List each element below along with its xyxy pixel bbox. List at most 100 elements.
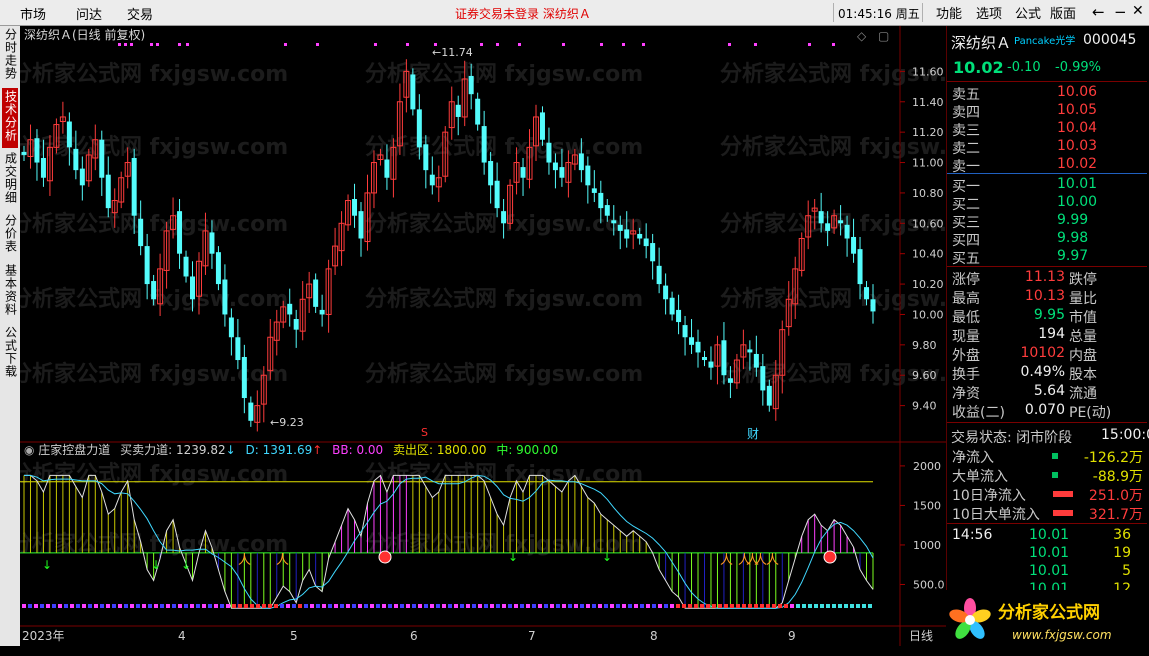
clock: 01:45:16 周五 xyxy=(838,7,920,21)
band-dot xyxy=(610,604,614,608)
band-dot xyxy=(208,604,212,608)
band-dot xyxy=(754,604,758,608)
band-dot xyxy=(538,604,542,608)
bid-label: 买二 xyxy=(952,197,980,213)
signal-dot xyxy=(284,43,287,46)
tab-formula-download[interactable]: 公式下载 xyxy=(2,324,18,384)
flow-row: 10日净流入 251.0万 xyxy=(947,485,1147,504)
stat-label-2: 流通 xyxy=(1069,386,1097,402)
menu-function[interactable]: 功能 xyxy=(936,3,962,22)
candle-body xyxy=(138,218,144,247)
high-label: ←11.74 xyxy=(432,46,473,59)
tab-trades[interactable]: 成交明细 xyxy=(2,150,18,210)
bid-row: 买三 9.99 xyxy=(947,212,1147,231)
candle-body xyxy=(520,167,526,178)
candle-body xyxy=(676,309,682,323)
band-dot xyxy=(460,604,464,608)
band-dot xyxy=(382,604,386,608)
band-dot xyxy=(124,604,128,608)
candle-body xyxy=(825,223,831,231)
band-dot xyxy=(334,604,338,608)
signal-dot xyxy=(124,43,127,46)
band-dot xyxy=(274,604,278,608)
bid-row: 买二 10.00 xyxy=(947,194,1147,213)
chart-area[interactable]: 分析家公式网 fxjgsw.com 分析家公式网 fxjgsw.com 分析家公式网… xyxy=(10,26,998,646)
close-icon[interactable]: ✕ xyxy=(1132,3,1144,19)
candle-body xyxy=(695,341,701,353)
stat-label: 净资 xyxy=(952,386,980,402)
candle-body xyxy=(747,349,753,353)
candle-body xyxy=(669,297,675,315)
signal-dot xyxy=(118,43,121,46)
candle-body xyxy=(313,279,319,307)
band-dot xyxy=(376,604,380,608)
flow-row: 大单流入 -88.9万 xyxy=(947,466,1147,485)
menu-trade[interactable]: 交易 xyxy=(127,4,153,23)
tick-row: 10.01 5 xyxy=(947,563,1147,582)
finance-marker: 财 xyxy=(747,427,759,441)
bid-price: 9.97 xyxy=(1057,248,1089,264)
band-dot xyxy=(370,604,374,608)
tab-price-table[interactable]: 分价表 xyxy=(2,212,18,260)
band-dot xyxy=(664,604,668,608)
band-dot xyxy=(520,604,524,608)
band-dot xyxy=(544,604,548,608)
stat-value: 9.95 xyxy=(1033,307,1065,323)
bid-price: 10.00 xyxy=(1057,194,1098,210)
band-dot xyxy=(250,604,254,608)
tab-technical[interactable]: 技术分析 xyxy=(2,88,18,148)
band-dot xyxy=(148,604,152,608)
band-dot xyxy=(772,604,776,608)
diamond-icon[interactable]: ◇ xyxy=(857,29,867,43)
menu-wenda[interactable]: 问达 xyxy=(76,4,102,23)
band-dot xyxy=(268,604,272,608)
band-dot xyxy=(724,604,728,608)
watermark-text: 分析家公式网 fxjgsw.com xyxy=(20,134,288,160)
band-dot xyxy=(226,604,230,608)
grid-icon[interactable]: ▢ xyxy=(878,29,889,43)
band-dot xyxy=(118,604,122,608)
left-tab-bar: 分时走势 技术分析 成交明细 分价表 基本资料 公式下载 xyxy=(0,26,21,646)
stat-row: 现量 194 总量 xyxy=(947,326,1147,345)
candle-body xyxy=(235,337,241,361)
candle-body xyxy=(423,144,429,171)
back-icon[interactable]: ← xyxy=(1092,3,1105,21)
menu-market[interactable]: 市场 xyxy=(20,4,46,23)
flow-row: 10日大单流入 321.7万 xyxy=(947,504,1147,523)
period-label[interactable]: 日线 xyxy=(909,629,933,643)
candle-body xyxy=(151,281,157,300)
minimize-icon[interactable]: − xyxy=(1114,3,1127,21)
tab-timeshare[interactable]: 分时走势 xyxy=(2,26,18,86)
band-dot xyxy=(658,604,662,608)
band-dot xyxy=(94,604,98,608)
band-dot xyxy=(100,604,104,608)
x-axis-label: 5 xyxy=(290,629,298,643)
band-dot xyxy=(418,604,422,608)
band-dot xyxy=(718,604,722,608)
chart-svg[interactable]: 分析家公式网 fxjgsw.com 分析家公式网 fxjgsw.com 分析家公式网… xyxy=(10,26,998,646)
price-tick-label: 11.60 xyxy=(912,65,944,78)
candle-body xyxy=(131,157,137,216)
menu-formula[interactable]: 公式 xyxy=(1015,3,1041,22)
s-marker: S xyxy=(421,426,428,439)
tab-profile[interactable]: 基本资料 xyxy=(2,262,18,322)
menu-layout[interactable]: 版面 xyxy=(1050,3,1076,22)
price-tick-label: 11.00 xyxy=(912,157,944,170)
candle-body xyxy=(293,319,299,330)
stat-value: 10.13 xyxy=(1024,288,1065,304)
signal-dot xyxy=(832,43,835,46)
band-dot xyxy=(466,604,470,608)
band-dot xyxy=(238,604,242,608)
stat-label: 收益(二) xyxy=(952,405,1005,421)
candle-body xyxy=(598,192,604,209)
main-chart-title: 深纺织Ａ(日线 前复权) xyxy=(24,27,145,42)
band-dot xyxy=(214,604,218,608)
top-menu-bar: 市场 问达 交易 证券交易未登录 深纺织Ａ 01:45:16 周五 功能 选项 … xyxy=(0,0,1149,26)
price-tick-label: 11.40 xyxy=(912,96,944,109)
stock-tag: Pancake光学 xyxy=(1014,36,1076,47)
menu-options[interactable]: 选项 xyxy=(976,3,1002,22)
stat-label-2: 量比 xyxy=(1069,291,1097,307)
ask-label: 卖二 xyxy=(952,141,980,157)
candle-body xyxy=(494,180,500,209)
indicator-toggle-icon: ◉ xyxy=(24,443,38,457)
